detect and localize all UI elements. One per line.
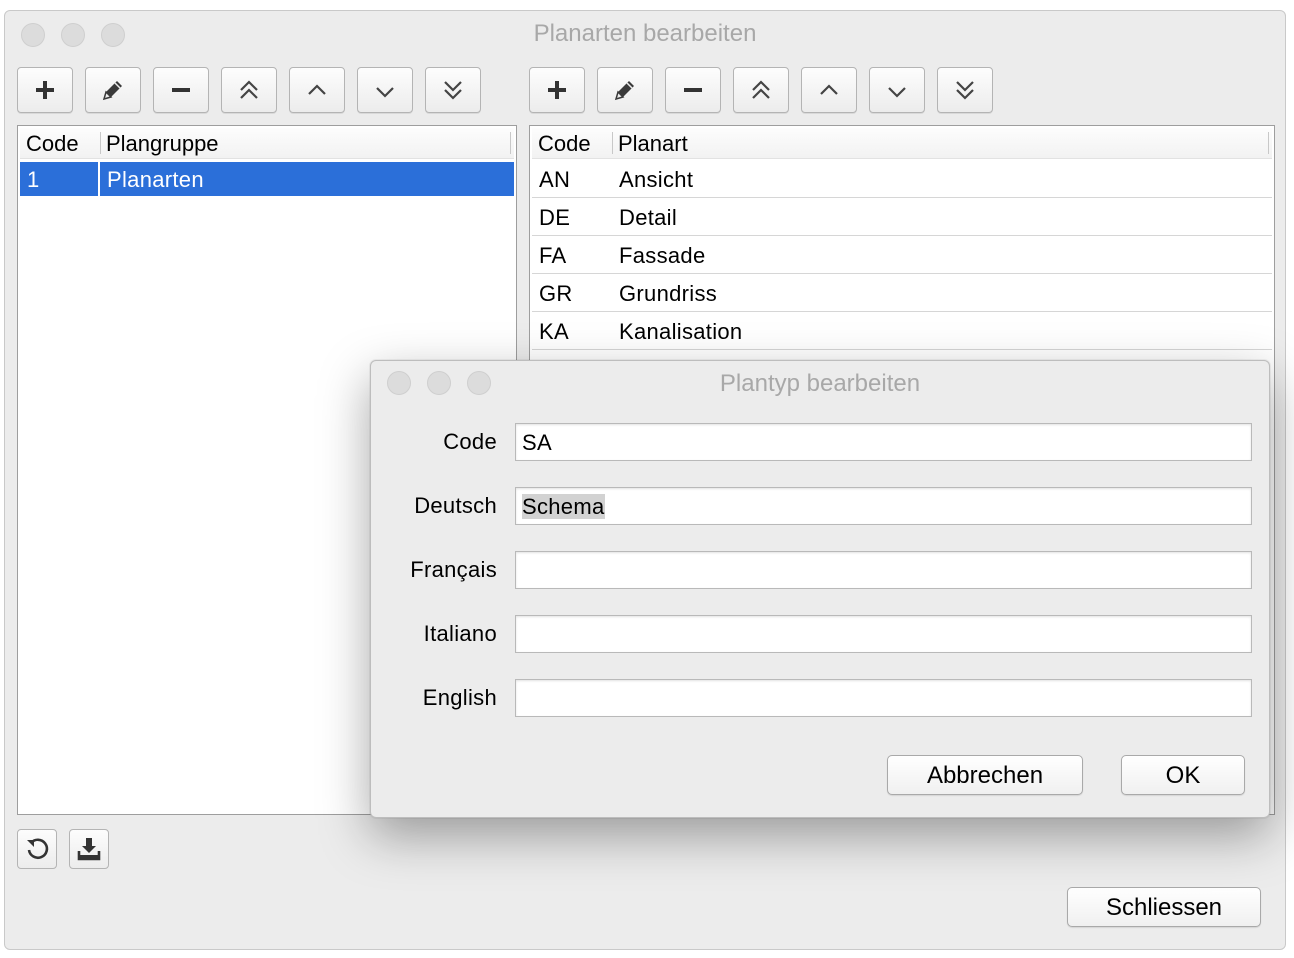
move-top-icon xyxy=(752,80,770,99)
deutsch-label: Deutsch xyxy=(414,493,497,518)
cell-code: DE xyxy=(539,205,571,230)
edit-icon xyxy=(102,81,122,101)
column-header-plangruppe[interactable]: Plangruppe xyxy=(100,128,500,158)
italiano-label: Italiano xyxy=(423,621,497,646)
minimize-window-button[interactable] xyxy=(61,23,85,47)
move-bottom-icon xyxy=(956,81,974,100)
refresh-button[interactable] xyxy=(17,829,57,869)
add-icon xyxy=(36,81,54,99)
column-header-code[interactable]: Code xyxy=(20,128,100,158)
add-icon xyxy=(548,81,566,99)
remove-group-button[interactable] xyxy=(153,67,209,113)
main-titlebar[interactable]: Planarten bearbeiten xyxy=(5,11,1285,55)
column-header-planart[interactable]: Planart xyxy=(612,128,1212,158)
cell-name: Grundriss xyxy=(619,281,718,306)
francais-field[interactable] xyxy=(515,551,1252,589)
ok-button[interactable]: OK xyxy=(1121,755,1245,795)
table-row[interactable]: 1 Planarten xyxy=(20,162,514,196)
dialog-zoom-window-button[interactable] xyxy=(467,371,491,395)
english-field[interactable] xyxy=(515,679,1252,717)
cell-code: 1 xyxy=(27,167,40,192)
plantyp-dialog: Plantyp bearbeiten Code SA Deutsch Schem… xyxy=(370,360,1270,818)
import-icon xyxy=(77,838,101,861)
dialog-title: Plantyp bearbeiten xyxy=(719,370,921,397)
column-header-code[interactable]: Code xyxy=(532,128,612,158)
dialog-titlebar[interactable]: Plantyp bearbeiten xyxy=(371,361,1269,403)
dialog-close-window-button[interactable] xyxy=(387,371,411,395)
code-field[interactable]: SA xyxy=(515,423,1252,461)
move-group-bottom-button[interactable] xyxy=(425,67,481,113)
move-down-icon xyxy=(888,87,906,98)
remove-type-button[interactable] xyxy=(665,67,721,113)
move-type-top-button[interactable] xyxy=(733,67,789,113)
zoom-window-button[interactable] xyxy=(101,23,125,47)
close-window-button[interactable] xyxy=(21,23,45,47)
move-group-up-button[interactable] xyxy=(289,67,345,113)
move-type-up-button[interactable] xyxy=(801,67,857,113)
column-separator xyxy=(1268,132,1269,154)
table-row[interactable]: KA Kanalisation xyxy=(532,312,1272,350)
edit-type-button[interactable] xyxy=(597,67,653,113)
table-row[interactable]: FA Fassade xyxy=(532,236,1272,274)
table-row[interactable]: GR Grundriss xyxy=(532,274,1272,312)
add-type-button[interactable] xyxy=(529,67,585,113)
cell-name: Kanalisation xyxy=(619,319,743,344)
group-table-header: Code Plangruppe xyxy=(20,128,514,159)
cell-code: FA xyxy=(539,243,567,268)
move-down-icon xyxy=(376,87,394,98)
deutsch-field-selected-text: Schema xyxy=(522,494,605,519)
close-button[interactable]: Schliessen xyxy=(1067,887,1261,927)
add-group-button[interactable] xyxy=(17,67,73,113)
column-separator xyxy=(510,132,511,154)
move-up-icon xyxy=(820,84,838,95)
edit-icon xyxy=(614,81,634,101)
move-bottom-icon xyxy=(444,81,462,100)
code-label: Code xyxy=(443,429,497,454)
francais-label: Français xyxy=(410,557,497,582)
cell-code: AN xyxy=(539,167,571,192)
remove-icon xyxy=(172,88,190,92)
move-up-icon xyxy=(308,84,326,95)
edit-group-button[interactable] xyxy=(85,67,141,113)
move-type-bottom-button[interactable] xyxy=(937,67,993,113)
cell-code: KA xyxy=(539,319,569,344)
import-button[interactable] xyxy=(69,829,109,869)
window-title: Planarten bearbeiten xyxy=(533,20,757,47)
table-row[interactable]: DE Detail xyxy=(532,198,1272,236)
table-row[interactable]: AN Ansicht xyxy=(532,160,1272,198)
cancel-button[interactable]: Abbrechen xyxy=(887,755,1083,795)
move-type-down-button[interactable] xyxy=(869,67,925,113)
move-top-icon xyxy=(240,80,258,99)
cell-name: Planarten xyxy=(98,162,514,196)
deutsch-field[interactable]: Schema xyxy=(515,487,1252,525)
remove-icon xyxy=(684,88,702,92)
refresh-icon xyxy=(27,838,49,860)
move-group-top-button[interactable] xyxy=(221,67,277,113)
cell-name: Ansicht xyxy=(619,167,694,192)
type-table-header: Code Planart xyxy=(532,128,1272,159)
cell-name: Detail xyxy=(619,205,678,230)
move-group-down-button[interactable] xyxy=(357,67,413,113)
dialog-minimize-window-button[interactable] xyxy=(427,371,451,395)
italiano-field[interactable] xyxy=(515,615,1252,653)
english-label: English xyxy=(422,685,497,710)
cell-code: GR xyxy=(539,281,573,306)
cell-name: Fassade xyxy=(619,243,706,268)
